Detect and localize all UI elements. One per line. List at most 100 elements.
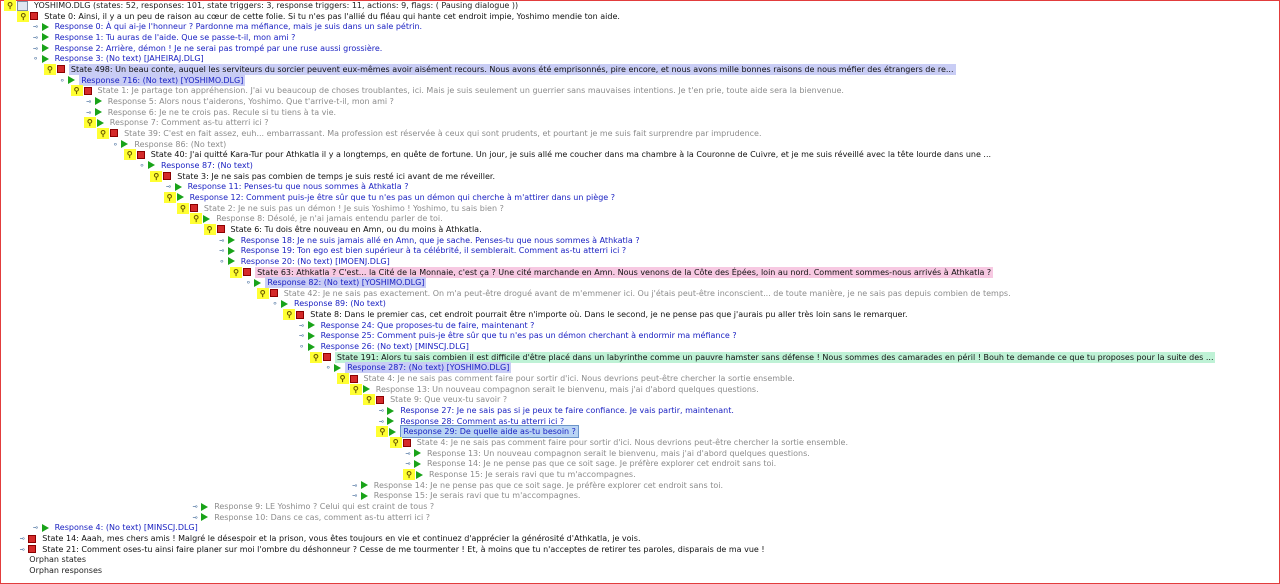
tree-row[interactable]: ⊸ Response 18: Je ne suis jamais allé en … (217, 235, 642, 246)
leaf-handle-icon[interactable]: ⊸ (190, 512, 200, 522)
tree-row[interactable]: ⚲ State 4: Je ne sais pas comment faire p… (336, 373, 797, 385)
tree-row[interactable]: ⊸ Response 2: Arrière, démon ! Je ne sera… (31, 43, 385, 54)
expand-handle-icon[interactable]: ⚬ (137, 160, 147, 170)
expand-handle-icon[interactable]: ⚬ (110, 139, 120, 149)
leaf-handle-icon[interactable]: ⊸ (350, 480, 360, 490)
tree-row[interactable]: ⚲ Response 12: Comment puis-je être sûr q… (163, 191, 617, 203)
key-icon[interactable]: ⚲ (389, 437, 402, 449)
tree-row[interactable]: ⚲ State 4: Je ne sais pas comment faire p… (389, 437, 850, 449)
expand-handle-icon[interactable]: ⚬ (57, 75, 67, 85)
tree-row[interactable]: ⚲ State 191: Alors tu sais combien il est… (309, 351, 1216, 363)
tree-row[interactable]: ⊸ Response 19: Ton ego est bien supérieur… (217, 245, 628, 256)
leaf-handle-icon[interactable]: ⊸ (297, 320, 307, 330)
tree-row[interactable]: ⚬ Response 20: (No text) [IMOENJ.DLG] (217, 256, 392, 267)
key-icon[interactable]: ⚲ (70, 85, 83, 97)
leaf-handle-icon[interactable]: ⊸ (297, 331, 307, 341)
leaf-handle-icon[interactable]: ⊸ (31, 43, 41, 53)
tree-row[interactable]: ⚬ Response 26: (No text) [MINSCJ.DLG] (297, 341, 471, 352)
key-icon[interactable]: ⚲ (4, 0, 16, 11)
tree-row[interactable]: ⚲ State 40: J'ai quitté Kara-Tur pour Ath… (123, 149, 993, 161)
tree-row[interactable]: ⚲ State 39: C'est en fait assez, euh... e… (97, 127, 763, 139)
key-icon[interactable]: ⚲ (256, 287, 269, 299)
tree-row[interactable]: ⊸ Response 10: Dans ce cas, comment as-tu… (190, 512, 432, 523)
tree-row[interactable]: ⚬ Response 89: (No text) (270, 298, 388, 309)
tree-row[interactable]: ⊸ State 21: Comment oses-tu ainsi faire p… (17, 544, 766, 555)
tree-row[interactable]: ⊸ Response 14: Je ne pense pas que ce soi… (350, 480, 725, 491)
tree-row[interactable]: ⊸ Response 5: Alors nous t'aiderons, Yosh… (84, 96, 396, 107)
tree-row[interactable]: ⊸ Response 11: Penses-tu que nous sommes … (164, 181, 411, 192)
key-icon[interactable]: ⚲ (83, 117, 96, 129)
tree-row[interactable]: ⚬ Response 716: (No text) [YOSHIMO.DLG] (57, 74, 246, 86)
leaf-handle-icon[interactable]: ⊸ (376, 406, 386, 416)
tree-row[interactable]: ⊸ Response 27: Je ne sais pas si je peux … (376, 405, 735, 416)
tree-row[interactable]: ⚬ Response 287: (No text) [YOSHIMO.DLG] (323, 362, 512, 374)
tree-row[interactable]: ⚲ State 42: Je ne sais pas exactement. On… (256, 287, 1013, 299)
key-icon[interactable]: ⚲ (190, 213, 203, 225)
tree-row[interactable]: ⚬ Response 87: (No text) (137, 160, 255, 171)
tree-row[interactable]: ⊸ Response 4: (No text) [MINSCJ.DLG] (31, 522, 200, 533)
expand-handle-icon[interactable]: ⚬ (31, 54, 41, 64)
tree-row[interactable]: ⊸ Response 6: Je ne te crois pas. Recule … (84, 107, 338, 118)
tree-row[interactable]: ⚲ Response 8: Désolé, je n'ai jamais ente… (190, 213, 444, 225)
key-icon[interactable]: ⚲ (336, 373, 349, 385)
tree-row[interactable]: ⚬ Response 82: (No text) [YOSHIMO.DLG] (243, 277, 427, 289)
tree-row[interactable]: Orphan states (17, 554, 88, 565)
key-icon[interactable]: ⚲ (230, 266, 243, 278)
leaf-handle-icon[interactable]: ⊸ (190, 502, 200, 512)
tree-row[interactable]: ⚲ State 8: Dans le premier cas, cet endro… (283, 309, 909, 321)
tree-row[interactable]: ⚲ YOSHIMO.DLG (states: 52, responses: 101… (4, 0, 520, 11)
tree-row[interactable]: ⚲ State 1: Je partage ton appréhension. J… (70, 85, 846, 97)
expand-handle-icon[interactable]: ⚬ (217, 256, 227, 266)
tree-row[interactable]: ⚲ State 498: Un beau conte, auquel les se… (43, 63, 956, 75)
tree-row[interactable]: Orphan responses (17, 565, 104, 576)
leaf-handle-icon[interactable]: ⊸ (31, 32, 41, 42)
key-icon[interactable]: ⚲ (43, 63, 56, 75)
tree-row[interactable]: ⊸ Response 25: Comment puis-je être sûr q… (297, 330, 739, 341)
key-icon[interactable]: ⚲ (176, 202, 189, 214)
tree-row[interactable]: ⚲ State 9: Que veux-tu savoir ? (363, 394, 509, 406)
tree-row[interactable]: ⚲ Response 13: Un nouveau compagnon serai… (349, 383, 761, 395)
leaf-handle-icon[interactable]: ⊸ (217, 235, 227, 245)
tree-row[interactable]: ⊸ Response 9: LE Yoshimo ? Celui qui est … (190, 501, 436, 512)
expand-handle-icon[interactable]: ⚬ (297, 342, 307, 352)
tree-row[interactable]: ⊸ Response 24: Que proposes-tu de faire, … (297, 320, 537, 331)
tree-row[interactable]: ⊸ Response 15: Je serais ravi que tu m'ac… (350, 490, 583, 501)
leaf-handle-icon[interactable]: ⊸ (164, 182, 174, 192)
expand-handle-icon[interactable]: ⚬ (270, 299, 280, 309)
leaf-handle-icon[interactable]: ⊸ (84, 107, 94, 117)
leaf-handle-icon[interactable]: ⊸ (17, 544, 27, 554)
leaf-handle-icon[interactable]: ⊸ (84, 96, 94, 106)
key-icon[interactable]: ⚲ (123, 149, 136, 161)
tree-row[interactable]: ⚬ Response 3: (No text) [JAHEIRAJ.DLG] (31, 53, 206, 64)
tree-row[interactable]: ⊸ Response 14: Je ne pense pas que ce soi… (403, 458, 778, 469)
leaf-handle-icon[interactable]: ⊸ (403, 459, 413, 469)
tree-row[interactable]: ⚬ Response 86: (No text) (110, 139, 228, 150)
tree-row[interactable]: ⊸ Response 13: Un nouveau compagnon serai… (403, 448, 812, 459)
key-icon[interactable]: ⚲ (17, 10, 30, 22)
key-icon[interactable]: ⚲ (163, 191, 176, 203)
tree-row[interactable]: ⚲ State 0: Ainsi, il y a un peu de raison… (17, 10, 622, 22)
key-icon[interactable]: ⚲ (203, 223, 216, 235)
key-icon[interactable]: ⚲ (283, 309, 296, 321)
key-icon[interactable]: ⚲ (97, 127, 110, 139)
key-icon[interactable]: ⚲ (349, 383, 362, 395)
leaf-handle-icon[interactable]: ⊸ (350, 491, 360, 501)
leaf-handle-icon[interactable]: ⊸ (403, 448, 413, 458)
tree-row[interactable]: ⚲ State 3: Je ne sais pas combien de temp… (150, 170, 497, 182)
expand-handle-icon[interactable]: ⚬ (323, 363, 333, 373)
tree-row[interactable]: ⊸ State 14: Aaah, mes chers amis ! Malgré… (17, 533, 642, 544)
tree-row[interactable]: ⚲ Response 15: Je serais ravi que tu m'ac… (403, 469, 638, 481)
tree-row[interactable]: ⚲ State 6: Tu dois être nouveau en Amn, o… (203, 223, 484, 235)
tree-row[interactable]: ⚲ State 2: Je ne suis pas un démon ! Je s… (176, 202, 506, 214)
key-icon[interactable]: ⚲ (403, 469, 415, 481)
dialog-tree[interactable]: ⚲ YOSHIMO.DLG (states: 52, responses: 101… (0, 0, 1280, 584)
key-icon[interactable]: ⚲ (376, 426, 389, 438)
key-icon[interactable]: ⚲ (309, 351, 322, 363)
leaf-handle-icon[interactable]: ⊸ (376, 416, 386, 426)
leaf-handle-icon[interactable]: ⊸ (217, 246, 227, 256)
leaf-handle-icon[interactable]: ⊸ (17, 534, 27, 544)
tree-row[interactable]: ⊸ Response 0: À qui ai-je l'honneur ? Par… (31, 21, 424, 32)
leaf-handle-icon[interactable]: ⊸ (31, 22, 41, 32)
tree-row[interactable]: ⚲ Response 7: Comment as-tu atterri ici ? (83, 117, 271, 129)
leaf-handle-icon[interactable]: ⊸ (31, 523, 41, 533)
